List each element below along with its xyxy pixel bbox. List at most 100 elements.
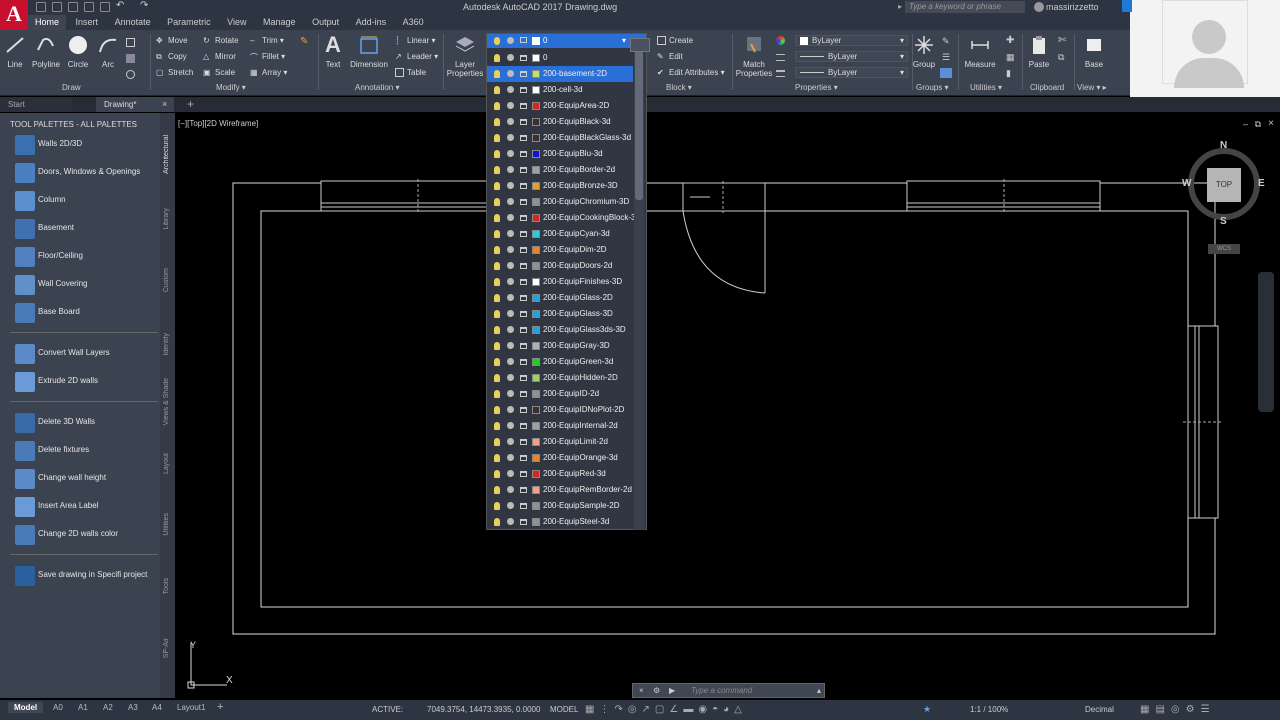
tab-start[interactable]: Start <box>0 97 72 112</box>
match-properties-button[interactable]: Match Properties <box>734 34 774 78</box>
print-icon[interactable] <box>100 2 110 12</box>
sun-icon[interactable] <box>507 150 514 157</box>
layer-row[interactable]: 200-EquipLimit-2d <box>487 434 633 450</box>
mirror-button[interactable]: △ Mirror <box>203 52 236 61</box>
color-swatch-icon[interactable] <box>532 342 540 350</box>
light-bulb-icon[interactable] <box>494 454 500 462</box>
ucs-menu[interactable]: WCS <box>1208 244 1240 254</box>
copy-button[interactable]: ⧉ Copy <box>156 52 187 61</box>
palette-tool-basement[interactable]: Basement <box>12 217 157 241</box>
layer-row[interactable]: 200-basement-2D <box>487 66 633 82</box>
help-icon[interactable] <box>1122 0 1132 12</box>
lock-icon[interactable] <box>520 327 527 333</box>
tab-a360[interactable]: A360 <box>396 15 431 30</box>
sun-icon[interactable] <box>507 214 514 221</box>
sun-icon[interactable] <box>507 134 514 141</box>
light-bulb-icon[interactable] <box>494 502 500 510</box>
color-swatch-icon[interactable] <box>532 102 540 110</box>
layer-row[interactable]: 200-EquipCyan-3d <box>487 226 633 242</box>
lock-icon[interactable] <box>520 87 527 93</box>
sun-icon[interactable] <box>507 118 514 125</box>
lineweight-select[interactable]: ByLayer ▾ <box>795 67 908 78</box>
color-swatch-icon[interactable] <box>532 438 540 446</box>
lock-icon[interactable] <box>520 247 527 253</box>
arc-button[interactable]: Arc <box>88 34 128 69</box>
rectangle-icon[interactable] <box>126 38 135 47</box>
color-swatch-icon[interactable] <box>532 470 540 478</box>
sun-icon[interactable] <box>507 310 514 317</box>
layer-row[interactable]: 200-EquipSample-2D <box>487 498 633 514</box>
lock-icon[interactable] <box>520 439 527 445</box>
lock-icon[interactable] <box>520 359 527 365</box>
paste-button[interactable]: Paste <box>1020 34 1058 69</box>
palette-tool-convert-wall-layers[interactable]: Convert Wall Layers <box>12 342 157 366</box>
palette-tool-change-wall-height[interactable]: Change wall height <box>12 467 157 491</box>
layer-row[interactable]: 200-EquipBlack-3d <box>487 114 633 130</box>
color-swatch-icon[interactable] <box>532 518 540 526</box>
layer-row[interactable]: 200-EquipRemBorder-2d <box>487 482 633 498</box>
lock-icon[interactable] <box>520 503 527 509</box>
annotation-visibility-icon[interactable]: ★ <box>923 704 931 715</box>
id-point-icon[interactable]: ✚ <box>1006 35 1014 46</box>
light-bulb-icon[interactable] <box>494 230 500 238</box>
layer-row[interactable]: 200-EquipGreen-3d <box>487 354 633 370</box>
undo-icon[interactable]: ↶ <box>116 0 124 11</box>
layer-row[interactable]: 200-EquipRed-3d <box>487 466 633 482</box>
tab-manage[interactable]: Manage <box>256 15 303 30</box>
annotation-panel-label[interactable]: Annotation ▾ <box>355 83 400 92</box>
erase-icon[interactable]: ✎ <box>300 36 308 47</box>
model-space-toggle[interactable]: MODEL <box>550 705 578 714</box>
light-bulb-icon[interactable] <box>494 150 500 158</box>
color-swatch-icon[interactable] <box>532 278 540 286</box>
sun-icon[interactable] <box>507 54 514 61</box>
palette-tab-sp-air[interactable]: SP-Air <box>163 638 170 658</box>
palette-tool-doors-windows-openings[interactable]: Doors, Windows & Openings <box>12 161 157 185</box>
light-bulb-icon[interactable] <box>494 518 500 526</box>
palette-tool-wall-covering[interactable]: Wall Covering <box>12 273 157 297</box>
layer-row[interactable]: 200-EquipGray-3D <box>487 338 633 354</box>
color-swatch-icon[interactable] <box>532 294 540 302</box>
draw-panel-label[interactable]: Draw <box>62 83 81 92</box>
status-tray-icons[interactable]: ▦▤◎⚙☰ <box>1140 704 1216 715</box>
open-icon[interactable] <box>52 2 62 12</box>
coordinates-readout[interactable]: 7049.3754, 14473.3935, 0.0000 <box>427 705 540 714</box>
sun-icon[interactable] <box>507 470 514 477</box>
layer-row[interactable]: 200-EquipCookingBlock-3D <box>487 210 641 226</box>
layer-row[interactable]: 0 <box>487 50 633 66</box>
color-swatch-icon[interactable] <box>532 150 540 158</box>
palette-tool-extrude-2d-walls[interactable]: Extrude 2D walls <box>12 370 157 394</box>
palette-tab-views-shade[interactable]: Views & Shade <box>163 378 170 425</box>
lock-icon[interactable] <box>520 71 527 77</box>
layer-row[interactable]: 200-EquipInternal-2d <box>487 418 633 434</box>
linetype-select[interactable]: ByLayer ▾ <box>795 51 908 62</box>
layer-dropdown[interactable]: 0 ▾ 0 200-basement-2D 200-cell-3d 200-Equip… <box>486 33 647 530</box>
color-swatch-icon[interactable] <box>532 214 540 222</box>
lock-icon[interactable] <box>520 487 527 493</box>
palette-tab-layout[interactable]: Layout <box>163 453 170 474</box>
palette-tool-insert-area-label[interactable]: Insert Area Label <box>12 495 157 519</box>
light-bulb-icon[interactable] <box>494 390 500 398</box>
sun-icon[interactable] <box>507 262 514 269</box>
tab-a3[interactable]: A3 <box>128 703 138 712</box>
lock-icon[interactable] <box>520 135 527 141</box>
palette-tool-floor-ceiling[interactable]: Floor/Ceiling <box>12 245 157 269</box>
lock-icon[interactable] <box>520 471 527 477</box>
layer-row[interactable]: 200-EquipArea-2D <box>487 98 633 114</box>
group-edit-icon[interactable]: ☰ <box>942 52 950 63</box>
sun-icon[interactable] <box>507 390 514 397</box>
light-bulb-icon[interactable] <box>494 470 500 478</box>
light-bulb-icon[interactable] <box>494 358 500 366</box>
color-swatch-icon[interactable] <box>532 454 540 462</box>
layer-row[interactable]: 200-EquipDoors-2d <box>487 258 633 274</box>
redo-icon[interactable]: ↷ <box>140 0 148 11</box>
calculator-icon[interactable]: ▦ <box>1006 52 1015 63</box>
close-icon[interactable]: × <box>639 684 644 697</box>
edit-block-button[interactable]: ✎ Edit <box>657 52 683 61</box>
lock-icon[interactable] <box>520 391 527 397</box>
view-panel-label[interactable]: View ▾ ▸ <box>1077 83 1107 92</box>
palette-tab-custom[interactable]: Custom <box>163 268 170 292</box>
save-as-icon[interactable] <box>84 2 94 12</box>
sun-icon[interactable] <box>507 326 514 333</box>
layer-row[interactable]: 200-cell-3d <box>487 82 633 98</box>
sun-icon[interactable] <box>507 374 514 381</box>
